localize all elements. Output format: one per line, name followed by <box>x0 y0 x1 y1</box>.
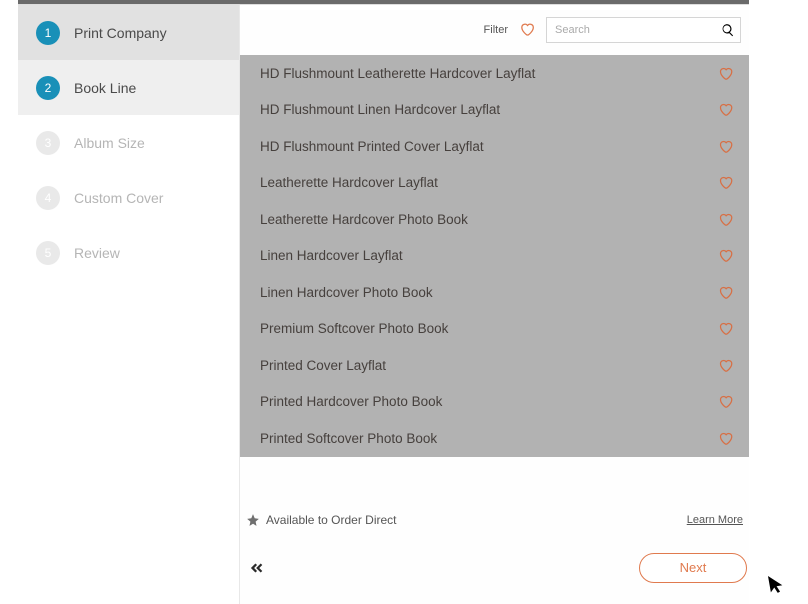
step-number: 4 <box>36 186 60 210</box>
step-number: 5 <box>36 241 60 265</box>
next-button[interactable]: Next <box>639 553 747 583</box>
list-item-label: Leatherette Hardcover Layflat <box>260 175 438 190</box>
list-footer-spacer <box>240 457 749 505</box>
step-album-size[interactable]: 3 Album Size <box>18 115 239 170</box>
step-review[interactable]: 5 Review <box>18 225 239 280</box>
step-number: 3 <box>36 131 60 155</box>
footer: Available to Order Direct Learn More Nex… <box>240 507 749 583</box>
favorite-icon[interactable] <box>718 321 733 336</box>
list-item[interactable]: Printed Hardcover Photo Book <box>240 384 749 421</box>
step-custom-cover[interactable]: 4 Custom Cover <box>18 170 239 225</box>
star-icon <box>246 513 260 527</box>
list-item[interactable]: HD Flushmount Linen Hardcover Layflat <box>240 92 749 129</box>
search-box <box>546 17 741 43</box>
list-item-label: Linen Hardcover Photo Book <box>260 285 433 300</box>
search-icon[interactable] <box>721 23 735 37</box>
list-item-label: Printed Softcover Photo Book <box>260 431 437 446</box>
learn-more-link[interactable]: Learn More <box>687 514 743 526</box>
favorite-icon[interactable] <box>718 394 733 409</box>
filter-bar: Filter <box>240 5 749 55</box>
book-line-list: HD Flushmount Leatherette Hardcover Layf… <box>240 55 749 457</box>
list-item[interactable]: Leatherette Hardcover Photo Book <box>240 201 749 238</box>
next-button-label: Next <box>680 560 707 575</box>
footer-info-row: Available to Order Direct Learn More <box>242 513 747 527</box>
list-item-label: Linen Hardcover Layflat <box>260 248 403 263</box>
list-item-label: HD Flushmount Linen Hardcover Layflat <box>260 102 500 117</box>
step-label: Album Size <box>74 135 145 151</box>
step-number: 2 <box>36 76 60 100</box>
list-item[interactable]: HD Flushmount Printed Cover Layflat <box>240 128 749 165</box>
step-book-line[interactable]: 2 Book Line <box>18 60 239 115</box>
order-direct-label: Available to Order Direct <box>266 513 397 527</box>
list-item-label: HD Flushmount Leatherette Hardcover Layf… <box>260 66 535 81</box>
favorite-icon[interactable] <box>718 431 733 446</box>
step-label: Review <box>74 245 120 261</box>
search-input[interactable] <box>546 17 741 43</box>
list-item-label: Leatherette Hardcover Photo Book <box>260 212 468 227</box>
filter-favorites-icon[interactable] <box>518 21 536 39</box>
list-item-label: Printed Hardcover Photo Book <box>260 394 442 409</box>
step-label: Book Line <box>74 80 136 96</box>
step-number: 1 <box>36 21 60 45</box>
list-item[interactable]: Premium Softcover Photo Book <box>240 311 749 348</box>
favorite-icon[interactable] <box>718 212 733 227</box>
list-item-label: Premium Softcover Photo Book <box>260 321 448 336</box>
list-item[interactable]: HD Flushmount Leatherette Hardcover Layf… <box>240 55 749 92</box>
back-button[interactable] <box>242 553 272 583</box>
favorite-icon[interactable] <box>718 139 733 154</box>
favorite-icon[interactable] <box>718 358 733 373</box>
favorite-icon[interactable] <box>718 175 733 190</box>
app-root: 1 Print Company 2 Book Line 3 Album Size… <box>18 4 749 604</box>
wizard-sidebar: 1 Print Company 2 Book Line 3 Album Size… <box>18 5 240 604</box>
favorite-icon[interactable] <box>718 248 733 263</box>
step-print-company[interactable]: 1 Print Company <box>18 5 239 60</box>
favorite-icon[interactable] <box>718 102 733 117</box>
list-item-label: Printed Cover Layflat <box>260 358 386 373</box>
footer-nav-row: Next <box>242 527 747 583</box>
list-item[interactable]: Leatherette Hardcover Layflat <box>240 165 749 202</box>
list-item-label: HD Flushmount Printed Cover Layflat <box>260 139 484 154</box>
favorite-icon[interactable] <box>718 66 733 81</box>
filter-label: Filter <box>484 24 508 36</box>
list-item[interactable]: Printed Cover Layflat <box>240 347 749 384</box>
list-item[interactable]: Printed Softcover Photo Book <box>240 420 749 457</box>
chevrons-left-icon <box>248 559 266 577</box>
list-item[interactable]: Linen Hardcover Layflat <box>240 238 749 275</box>
cursor-icon <box>766 570 786 596</box>
favorite-icon[interactable] <box>718 285 733 300</box>
step-label: Print Company <box>74 25 167 41</box>
list-item[interactable]: Linen Hardcover Photo Book <box>240 274 749 311</box>
step-label: Custom Cover <box>74 190 163 206</box>
main-panel: Filter HD Flushmount Leatherette Hardcov… <box>240 5 749 604</box>
